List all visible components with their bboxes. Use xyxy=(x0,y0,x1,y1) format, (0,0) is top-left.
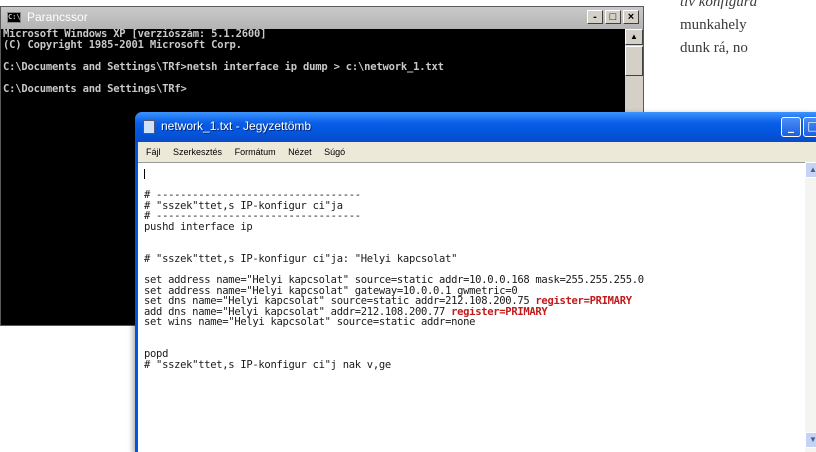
console-title: Parancssor xyxy=(27,10,88,24)
text-cursor xyxy=(144,169,145,179)
highlight-text: register=PRIMARY xyxy=(535,296,632,307)
text-line: # "sszek"ttet,s IP-konfigur ci"ja: "Hely… xyxy=(144,253,458,265)
text-line: set wins name="Helyi kapcsolat" source=s… xyxy=(144,317,476,328)
scroll-up-arrow-icon[interactable]: ▲ xyxy=(805,162,816,178)
scrollbar-thumb[interactable] xyxy=(625,46,643,76)
menu-bar: Fájl Szerkesztés Formátum Nézet Súgó xyxy=(138,142,816,162)
menu-file[interactable]: Fájl xyxy=(146,142,161,162)
text-line: popd xyxy=(144,349,169,360)
minimize-button[interactable]: - xyxy=(587,10,603,24)
maximize-button[interactable]: □ xyxy=(605,10,621,24)
console-line: (C) Copyright 1985-2001 Microsoft Corp. xyxy=(3,39,242,51)
highlight-text: register=PRIMARY xyxy=(451,306,548,318)
article-text-line-2: munkahely xyxy=(680,17,747,33)
article-text-line-1: tív konfigurá xyxy=(680,0,758,10)
text-line: # "sszek"ttet,s IP-konfigur ci"ja xyxy=(144,200,343,212)
article-text-line-3: dunk rá, no xyxy=(680,40,748,56)
notepad-window-controls: _ □ ✕ xyxy=(781,117,816,137)
maximize-button[interactable]: □ xyxy=(803,117,816,137)
text-line: set dns name="Helyi kapcsolat" source=st… xyxy=(144,296,632,307)
console-title-bar[interactable]: C:\ Parancssor - □ × xyxy=(1,7,643,29)
notepad-icon[interactable] xyxy=(143,120,155,134)
notepad-title-bar[interactable]: network_1.txt - Jegyzettömb _ □ ✕ xyxy=(135,112,816,142)
text-editor-area[interactable]: # ---------------------------------- # "… xyxy=(138,162,816,452)
close-button[interactable]: × xyxy=(623,10,639,24)
vertical-scrollbar[interactable]: ▲ ▼ xyxy=(805,162,816,452)
text-line: add dns name="Helyi kapcsolat" addr=212.… xyxy=(144,306,548,318)
text-line: # ---------------------------------- xyxy=(144,190,361,201)
notepad-title: network_1.txt - Jegyzettömb xyxy=(161,119,312,133)
document-text: # ---------------------------------- # "… xyxy=(144,169,804,370)
menu-edit[interactable]: Szerkesztés xyxy=(173,142,222,162)
text-line: # ---------------------------------- xyxy=(144,211,361,222)
console-prompt: C:\Documents and Settings\TRf> xyxy=(3,83,187,95)
console-line: C:\Documents and Settings\TRf>netsh inte… xyxy=(3,61,444,73)
menu-view[interactable]: Nézet xyxy=(288,142,312,162)
console-window-controls: - □ × xyxy=(587,10,639,24)
console-icon[interactable]: C:\ xyxy=(7,12,21,23)
menu-help[interactable]: Súgó xyxy=(324,142,345,162)
text-line: set address name="Helyi kapcsolat" gatew… xyxy=(144,285,518,297)
scroll-up-arrow-icon[interactable]: ▲ xyxy=(625,29,643,45)
text-line: set address name="Helyi kapcsolat" sourc… xyxy=(144,274,644,286)
text-line: pushd interface ip xyxy=(144,221,253,233)
minimize-button[interactable]: _ xyxy=(781,117,801,137)
menu-format[interactable]: Formátum xyxy=(235,142,276,162)
text-line: # "sszek"ttet,s IP-konfigur ci"j nak v,g… xyxy=(144,359,391,371)
notepad-window[interactable]: network_1.txt - Jegyzettömb _ □ ✕ Fájl S… xyxy=(135,112,816,452)
